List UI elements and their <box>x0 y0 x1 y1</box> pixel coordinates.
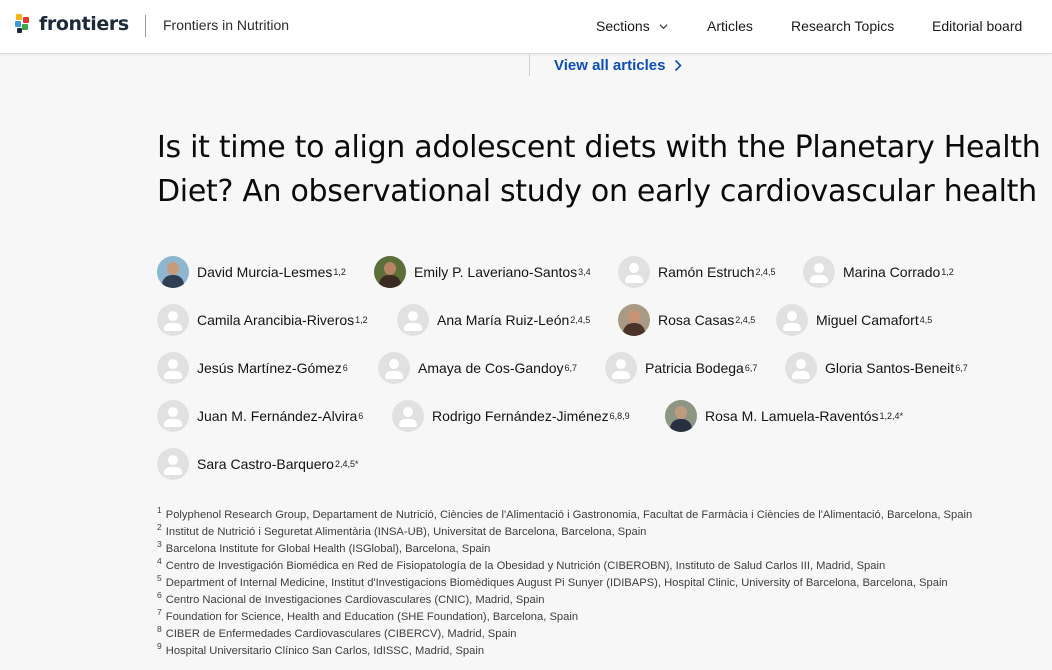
top-navigation-bar: frontiers Frontiers in Nutrition Section… <box>0 0 1052 54</box>
nav-sections-label: Sections <box>596 18 650 34</box>
affiliation-text: Centro Nacional de Investigaciones Cardi… <box>165 594 545 606</box>
affiliation-number: 9 <box>157 641 162 651</box>
vertical-divider <box>529 54 530 76</box>
affiliation-item: 3 Barcelona Institute for Global Health (… <box>157 539 491 555</box>
author-name: Rosa Casas <box>658 312 735 328</box>
author-name: David Murcia-Lesmes <box>197 264 333 280</box>
author-item[interactable]: Camila Arancibia-Riveros 1,2 <box>157 304 368 336</box>
author-name: Emily P. Laveriano-Santos <box>414 264 578 280</box>
author-item[interactable]: Gloria Santos-Beneit 6,7 <box>785 352 968 384</box>
affiliation-item: 7 Foundation for Science, Health and Educ… <box>157 607 579 623</box>
affiliation-number: 3 <box>157 539 162 549</box>
affiliation-item: 1 Polyphenol Research Group, Departament … <box>157 505 973 521</box>
author-name: Marina Corrado <box>843 264 941 280</box>
affiliation-text: Department of Internal Medicine, Institu… <box>165 577 948 589</box>
nav-editorial-board[interactable]: Editorial board <box>932 18 1022 34</box>
author-name: Juan M. Fernández-Alvira <box>197 408 358 424</box>
user-placeholder-icon <box>157 304 189 336</box>
author-name: Gloria Santos-Beneit <box>825 360 955 376</box>
author-item[interactable]: Sara Castro-Barquero 2,4,5* <box>157 448 358 480</box>
nav-research-topics[interactable]: Research Topics <box>791 18 894 34</box>
author-item[interactable]: Juan M. Fernández-Alvira 6 <box>157 400 363 432</box>
author-name: Sara Castro-Barquero <box>197 456 334 472</box>
affiliation-text: Institut de Nutrició i Seguretat Aliment… <box>165 526 647 538</box>
affiliation-item: 4 Centro de Investigación Biomédica en Re… <box>157 556 886 572</box>
user-placeholder-icon <box>157 352 189 384</box>
journal-name-link[interactable]: Frontiers in Nutrition <box>163 17 289 33</box>
affiliation-number: 5 <box>157 573 162 583</box>
author-name: Miguel Camafort <box>816 312 919 328</box>
author-name: Camila Arancibia-Riveros <box>197 312 355 328</box>
user-placeholder-icon <box>397 304 429 336</box>
affiliation-item: 2 Institut de Nutrició i Seguretat Alimen… <box>157 522 647 538</box>
author-item[interactable]: Rodrigo Fernández-Jiménez 6,8,9 <box>392 400 630 432</box>
user-placeholder-icon <box>776 304 808 336</box>
affiliation-text: CIBER de Enfermedades Cardiovasculares (… <box>165 628 517 640</box>
author-item[interactable]: Ramón Estruch 2,4,5 <box>618 256 776 288</box>
view-all-label: View all articles <box>554 57 666 74</box>
user-placeholder-icon <box>378 352 410 384</box>
affiliation-text: Polyphenol Research Group, Departament d… <box>165 509 973 521</box>
user-placeholder-icon <box>618 256 650 288</box>
user-placeholder-icon <box>605 352 637 384</box>
affiliation-item: 6 Centro Nacional de Investigaciones Card… <box>157 590 545 606</box>
user-placeholder-icon <box>157 448 189 480</box>
affiliation-item: 9 Hospital Universitario Clínico San Carl… <box>157 641 485 657</box>
author-name: Rodrigo Fernández-Jiménez <box>432 408 609 424</box>
user-placeholder-icon <box>803 256 835 288</box>
frontiers-logo-icon <box>15 14 29 33</box>
affiliation-number: 6 <box>157 590 162 600</box>
affiliation-item: 5 Department of Internal Medicine, Instit… <box>157 573 948 589</box>
article-title: Is it time to align adolescent diets wit… <box>157 130 1041 209</box>
chevron-right-icon <box>675 59 683 72</box>
author-item[interactable]: Jesús Martínez-Gómez 6 <box>157 352 348 384</box>
author-name: Ramón Estruch <box>658 264 755 280</box>
author-item[interactable]: Rosa M. Lamuela-Raventós 1,2,4* <box>665 400 903 432</box>
author-item[interactable]: Emily P. Laveriano-Santos 3,4 <box>374 256 591 288</box>
author-photo <box>665 400 697 432</box>
author-name: Ana María Ruiz-León <box>437 312 570 328</box>
nav-articles[interactable]: Articles <box>707 18 753 34</box>
affiliation-text: Centro de Investigación Biomédica en Red… <box>165 560 886 572</box>
author-photo <box>618 304 650 336</box>
affiliation-item: 8 CIBER de Enfermedades Cardiovasculares … <box>157 624 517 640</box>
author-photo <box>157 256 189 288</box>
user-placeholder-icon <box>785 352 817 384</box>
author-item[interactable]: David Murcia-Lesmes 1,2 <box>157 256 346 288</box>
nav-sections[interactable]: Sections <box>596 18 668 34</box>
author-item[interactable]: Rosa Casas 2,4,5 <box>618 304 755 336</box>
author-name: Jesús Martínez-Gómez <box>197 360 342 376</box>
affiliation-text: Barcelona Institute for Global Health (I… <box>165 543 491 555</box>
author-item[interactable]: Amaya de Cos-Gandoy 6,7 <box>378 352 577 384</box>
affiliation-number: 1 <box>157 505 162 515</box>
author-name: Patricia Bodega <box>645 360 744 376</box>
author-item[interactable]: Miguel Camafort 4,5 <box>776 304 932 336</box>
view-all-articles-link[interactable]: View all articles <box>554 57 683 74</box>
author-item[interactable]: Patricia Bodega 6,7 <box>605 352 757 384</box>
affiliation-number: 4 <box>157 556 162 566</box>
affiliation-number: 8 <box>157 624 162 634</box>
affiliation-text: Hospital Universitario Clínico San Carlo… <box>165 645 485 657</box>
affiliation-text: Foundation for Science, Health and Educa… <box>165 611 579 623</box>
author-photo <box>374 256 406 288</box>
author-item[interactable]: Ana María Ruiz-León 2,4,5 <box>397 304 590 336</box>
author-item[interactable]: Marina Corrado 1,2 <box>803 256 954 288</box>
user-placeholder-icon <box>392 400 424 432</box>
logo-text: frontiers <box>39 13 129 35</box>
affiliation-number: 7 <box>157 607 162 617</box>
author-name: Rosa M. Lamuela-Raventós <box>705 408 879 424</box>
frontiers-logo[interactable]: frontiers <box>14 13 129 35</box>
affiliation-number: 2 <box>157 522 162 532</box>
user-placeholder-icon <box>157 400 189 432</box>
chevron-down-icon <box>659 23 668 29</box>
author-name: Amaya de Cos-Gandoy <box>418 360 564 376</box>
header-divider <box>145 15 146 37</box>
